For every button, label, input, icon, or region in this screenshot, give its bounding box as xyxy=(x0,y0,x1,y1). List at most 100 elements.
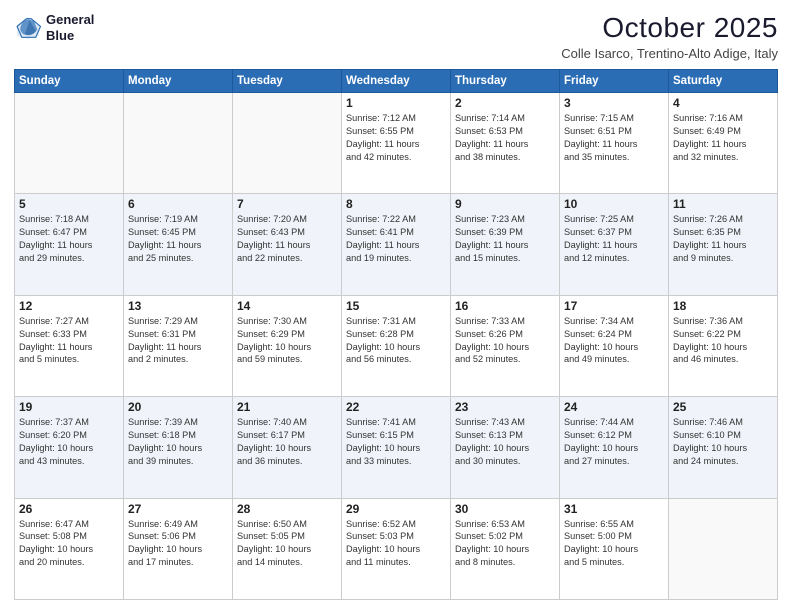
cell-text: and 52 minutes. xyxy=(455,353,555,366)
table-row xyxy=(15,93,124,194)
location: Colle Isarco, Trentino-Alto Adige, Italy xyxy=(561,46,778,61)
cell-text: Sunrise: 7:46 AM xyxy=(673,416,773,429)
table-row: 4Sunrise: 7:16 AMSunset: 6:49 PMDaylight… xyxy=(669,93,778,194)
table-row: 26Sunrise: 6:47 AMSunset: 5:08 PMDayligh… xyxy=(15,498,124,599)
table-row: 9Sunrise: 7:23 AMSunset: 6:39 PMDaylight… xyxy=(451,194,560,295)
cell-text: Sunset: 6:20 PM xyxy=(19,429,119,442)
table-row xyxy=(233,93,342,194)
cell-text: and 35 minutes. xyxy=(564,151,664,164)
cell-text: Sunrise: 7:22 AM xyxy=(346,213,446,226)
cell-text: Sunset: 5:08 PM xyxy=(19,530,119,543)
cell-text: and 38 minutes. xyxy=(455,151,555,164)
table-row: 11Sunrise: 7:26 AMSunset: 6:35 PMDayligh… xyxy=(669,194,778,295)
cell-text: Sunset: 6:45 PM xyxy=(128,226,228,239)
table-row: 21Sunrise: 7:40 AMSunset: 6:17 PMDayligh… xyxy=(233,397,342,498)
table-row: 31Sunrise: 6:55 AMSunset: 5:00 PMDayligh… xyxy=(560,498,669,599)
logo-text: General Blue xyxy=(46,12,94,43)
cell-text: Sunrise: 7:39 AM xyxy=(128,416,228,429)
table-row: 12Sunrise: 7:27 AMSunset: 6:33 PMDayligh… xyxy=(15,295,124,396)
table-row: 6Sunrise: 7:19 AMSunset: 6:45 PMDaylight… xyxy=(124,194,233,295)
cell-text: Sunrise: 7:31 AM xyxy=(346,315,446,328)
table-row: 19Sunrise: 7:37 AMSunset: 6:20 PMDayligh… xyxy=(15,397,124,498)
cell-text: Sunrise: 7:14 AM xyxy=(455,112,555,125)
cell-text: Sunrise: 7:36 AM xyxy=(673,315,773,328)
cell-text: Daylight: 10 hours xyxy=(455,341,555,354)
cell-text: Sunset: 6:15 PM xyxy=(346,429,446,442)
cell-text: Sunset: 6:47 PM xyxy=(19,226,119,239)
col-monday: Monday xyxy=(124,70,233,93)
cell-text: Daylight: 10 hours xyxy=(128,442,228,455)
cell-text: Daylight: 11 hours xyxy=(455,138,555,151)
table-row: 10Sunrise: 7:25 AMSunset: 6:37 PMDayligh… xyxy=(560,194,669,295)
cell-text: Daylight: 10 hours xyxy=(237,442,337,455)
cell-text: Daylight: 10 hours xyxy=(673,442,773,455)
cell-text: Daylight: 11 hours xyxy=(673,138,773,151)
cell-text: Daylight: 11 hours xyxy=(673,239,773,252)
calendar-table: Sunday Monday Tuesday Wednesday Thursday… xyxy=(14,69,778,600)
table-row: 23Sunrise: 7:43 AMSunset: 6:13 PMDayligh… xyxy=(451,397,560,498)
cell-text: Daylight: 10 hours xyxy=(128,543,228,556)
cell-text: and 5 minutes. xyxy=(564,556,664,569)
cell-text: and 22 minutes. xyxy=(237,252,337,265)
cell-text: Daylight: 10 hours xyxy=(564,341,664,354)
table-row: 14Sunrise: 7:30 AMSunset: 6:29 PMDayligh… xyxy=(233,295,342,396)
cell-text: Daylight: 10 hours xyxy=(237,543,337,556)
cell-text: Sunset: 5:02 PM xyxy=(455,530,555,543)
table-row: 30Sunrise: 6:53 AMSunset: 5:02 PMDayligh… xyxy=(451,498,560,599)
cell-text: Sunrise: 7:12 AM xyxy=(346,112,446,125)
cell-text: Sunrise: 6:53 AM xyxy=(455,518,555,531)
cell-text: Sunrise: 6:52 AM xyxy=(346,518,446,531)
cell-text: Sunrise: 7:18 AM xyxy=(19,213,119,226)
cell-text: Sunset: 6:35 PM xyxy=(673,226,773,239)
table-row xyxy=(669,498,778,599)
cell-text: and 39 minutes. xyxy=(128,455,228,468)
cell-text: and 19 minutes. xyxy=(346,252,446,265)
cell-text: Daylight: 10 hours xyxy=(237,341,337,354)
cell-text: Sunrise: 6:47 AM xyxy=(19,518,119,531)
cell-text: Sunset: 6:18 PM xyxy=(128,429,228,442)
cell-text: and 59 minutes. xyxy=(237,353,337,366)
cell-text: and 8 minutes. xyxy=(455,556,555,569)
cell-text: and 32 minutes. xyxy=(673,151,773,164)
cell-text: Daylight: 11 hours xyxy=(19,239,119,252)
cell-text: Sunset: 6:41 PM xyxy=(346,226,446,239)
cell-text: Daylight: 10 hours xyxy=(346,442,446,455)
cell-text: Sunset: 6:26 PM xyxy=(455,328,555,341)
cell-text: Daylight: 10 hours xyxy=(19,543,119,556)
cell-text: Sunrise: 7:25 AM xyxy=(564,213,664,226)
cell-text: and 11 minutes. xyxy=(346,556,446,569)
cell-text: and 12 minutes. xyxy=(564,252,664,265)
cell-text: Sunrise: 7:26 AM xyxy=(673,213,773,226)
cell-text: Sunrise: 7:27 AM xyxy=(19,315,119,328)
cell-text: Sunset: 6:49 PM xyxy=(673,125,773,138)
cell-text: Sunset: 5:03 PM xyxy=(346,530,446,543)
header-row: Sunday Monday Tuesday Wednesday Thursday… xyxy=(15,70,778,93)
cell-text: Daylight: 11 hours xyxy=(346,138,446,151)
cell-text: Daylight: 10 hours xyxy=(564,543,664,556)
cell-text: and 29 minutes. xyxy=(19,252,119,265)
cell-text: Sunset: 6:43 PM xyxy=(237,226,337,239)
cell-text: Daylight: 10 hours xyxy=(455,442,555,455)
cell-text: Sunset: 5:00 PM xyxy=(564,530,664,543)
cell-text: Daylight: 11 hours xyxy=(346,239,446,252)
cell-text: and 56 minutes. xyxy=(346,353,446,366)
cell-text: and 49 minutes. xyxy=(564,353,664,366)
cell-text: Daylight: 11 hours xyxy=(564,239,664,252)
cell-text: Sunrise: 7:41 AM xyxy=(346,416,446,429)
cell-text: Sunset: 6:28 PM xyxy=(346,328,446,341)
cell-text: Sunset: 6:24 PM xyxy=(564,328,664,341)
table-row: 27Sunrise: 6:49 AMSunset: 5:06 PMDayligh… xyxy=(124,498,233,599)
cell-text: and 17 minutes. xyxy=(128,556,228,569)
cell-text: Sunset: 5:06 PM xyxy=(128,530,228,543)
cell-text: Sunrise: 7:19 AM xyxy=(128,213,228,226)
table-row: 17Sunrise: 7:34 AMSunset: 6:24 PMDayligh… xyxy=(560,295,669,396)
cell-text: and 2 minutes. xyxy=(128,353,228,366)
title-block: October 2025 Colle Isarco, Trentino-Alto… xyxy=(561,12,778,61)
cell-text: and 14 minutes. xyxy=(237,556,337,569)
cell-text: Daylight: 10 hours xyxy=(346,543,446,556)
cell-text: Sunset: 5:05 PM xyxy=(237,530,337,543)
cell-text: Daylight: 11 hours xyxy=(237,239,337,252)
cell-text: Sunset: 6:37 PM xyxy=(564,226,664,239)
cell-text: Daylight: 10 hours xyxy=(564,442,664,455)
table-row: 24Sunrise: 7:44 AMSunset: 6:12 PMDayligh… xyxy=(560,397,669,498)
